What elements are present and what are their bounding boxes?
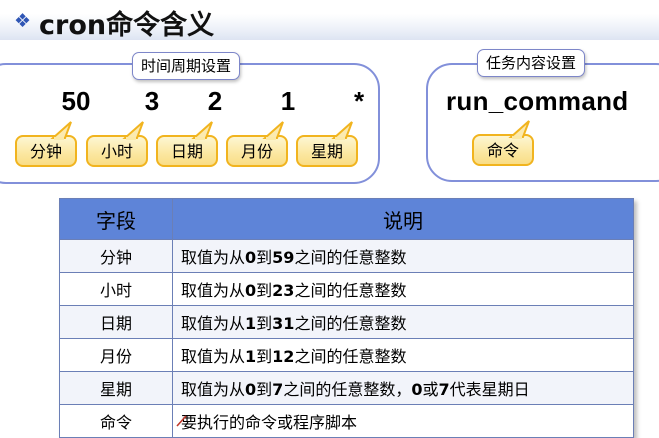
callout-command: 命令	[472, 120, 534, 166]
callout-tail-icon	[331, 121, 353, 140]
row-description: 取值为从1到12之间的任意整数	[172, 338, 634, 372]
callout-day-label: 日期	[170, 142, 203, 161]
row-description: 取值为从0到59之间的任意整数	[172, 239, 634, 273]
callout-minute: 分钟	[15, 121, 77, 167]
table-row: 分钟 取值为从0到59之间的任意整数	[59, 239, 634, 273]
weekday-value: *	[353, 86, 365, 116]
table-header-row: 字段 说明	[59, 198, 634, 240]
callout-tail-icon	[191, 121, 213, 140]
minute-value: 50	[61, 86, 91, 116]
day-value: 2	[207, 86, 223, 116]
row-description: 取值为从0到23之间的任意整数	[172, 272, 634, 306]
row-description: 取值为从0到7之间的任意整数，0或7代表星期日	[172, 371, 634, 405]
header-description: 说明	[172, 198, 634, 240]
row-description: 取值为从1到31之间的任意整数	[172, 305, 634, 339]
table-row: 月份 取值为从1到12之间的任意整数	[59, 338, 634, 372]
callout-command-label: 命令	[486, 141, 519, 160]
row-field: 命令	[59, 404, 173, 438]
page-title: ❖ cron命令含义	[14, 4, 215, 41]
row-description: 要执行的命令或程序脚本	[172, 404, 634, 438]
row-field: 月份	[59, 338, 173, 372]
command-value: run_command	[446, 86, 629, 116]
table-row: 星期 取值为从0到7之间的任意整数，0或7代表星期日	[59, 371, 634, 405]
callout-minute-label: 分钟	[29, 142, 62, 161]
month-value: 1	[280, 86, 296, 116]
callout-hour-label: 小时	[100, 142, 133, 161]
callout-day: 日期	[156, 121, 218, 167]
time-period-caption: 时间周期设置	[132, 52, 241, 80]
callout-tail-icon	[122, 121, 144, 140]
table-row: 小时 取值为从0到23之间的任意整数	[59, 272, 634, 306]
task-content-caption: 任务内容设置	[477, 49, 586, 77]
callout-month: 月份	[226, 121, 288, 167]
table-row: 命令 要执行的命令或程序脚本	[59, 404, 634, 438]
callout-weekday-label: 星期	[310, 142, 343, 161]
callout-tail-icon	[262, 121, 284, 140]
diamond-bullet-icon: ❖	[14, 10, 32, 32]
page-title-text: cron命令含义	[39, 9, 215, 41]
row-field: 小时	[59, 272, 173, 306]
callout-hour: 小时	[86, 121, 148, 167]
row-field: 分钟	[59, 239, 173, 273]
row-field: 星期	[59, 371, 173, 405]
callout-tail-icon	[50, 121, 72, 140]
callout-weekday: 星期	[296, 121, 358, 167]
hour-value: 3	[144, 86, 160, 116]
callout-month-label: 月份	[240, 142, 273, 161]
row-field: 日期	[59, 305, 173, 339]
header-field: 字段	[59, 198, 173, 240]
task-content-panel	[426, 63, 659, 182]
callout-tail-icon	[508, 120, 530, 139]
field-description-table: 字段 说明 分钟 取值为从0到59之间的任意整数 小时 取值为从0到23之间的任…	[59, 198, 634, 438]
table-row: 日期 取值为从1到31之间的任意整数	[59, 305, 634, 339]
